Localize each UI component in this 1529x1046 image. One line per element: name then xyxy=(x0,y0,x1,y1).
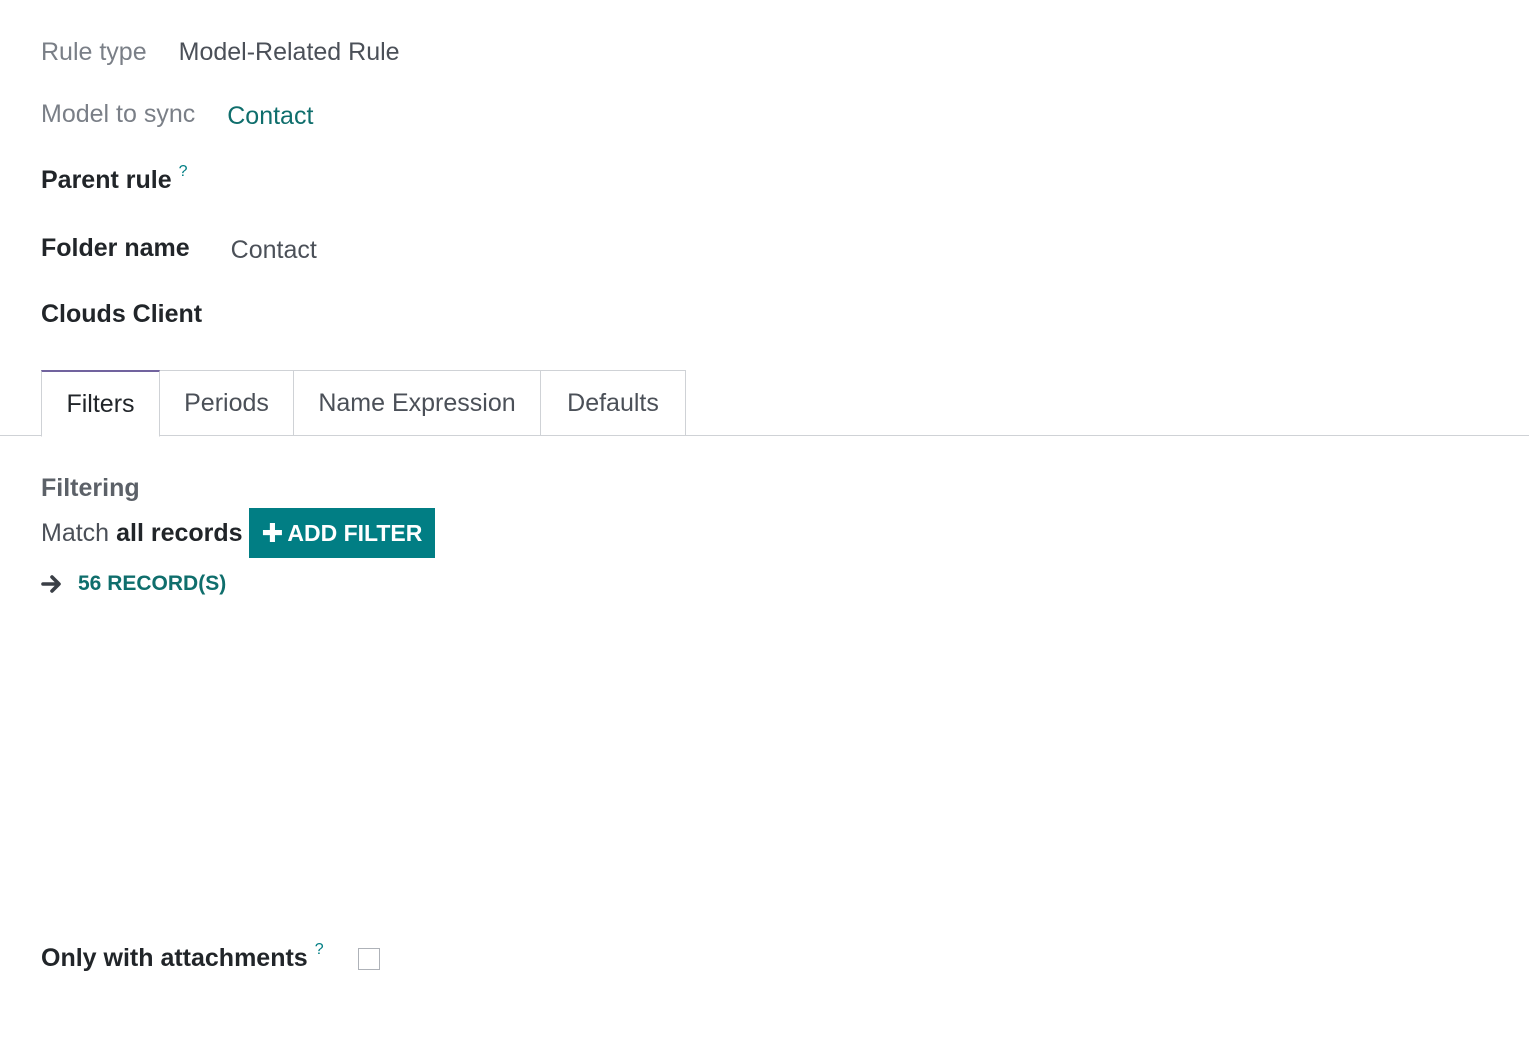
tab-periods[interactable]: Periods xyxy=(160,370,294,436)
tab-filters[interactable]: Filters xyxy=(41,370,160,437)
folder-name-value[interactable]: Contact xyxy=(231,236,317,265)
records-count-row: 56 RECORD(S) xyxy=(41,568,226,600)
rule-type-row: Rule type Model-Related Rule xyxy=(41,38,400,67)
only-with-attachments-checkbox[interactable] xyxy=(357,947,380,970)
add-filter-label: ADD FILTER xyxy=(287,519,423,546)
notebook-tabs: Filters Periods Name Expression Defaults xyxy=(41,370,686,437)
clouds-client-label: Clouds Client xyxy=(41,300,203,328)
parent-rule-label: Parent rule xyxy=(41,166,172,194)
tab-name-expression-label: Name Expression xyxy=(318,388,516,417)
records-count-link[interactable]: 56 RECORD(S) xyxy=(78,572,226,596)
arrow-right-icon xyxy=(41,575,61,593)
parent-rule-help-icon[interactable]: ? xyxy=(179,163,188,181)
only-with-attachments-help-icon[interactable]: ? xyxy=(315,941,324,959)
rule-form: Rule type Model-Related Rule Model to sy… xyxy=(0,0,1529,1046)
domain-summary: Match all records ✚ ADD FILTER xyxy=(41,508,436,558)
only-with-attachments-label: Only with attachments xyxy=(41,944,308,972)
folder-name-label: Folder name xyxy=(41,234,190,262)
folder-name-row: Folder name Contact xyxy=(41,234,317,265)
parent-rule-row: Parent rule ? xyxy=(41,163,188,195)
match-prefix: Match xyxy=(41,518,110,547)
model-to-sync-row: Model to sync Contact xyxy=(41,100,313,131)
model-to-sync-link[interactable]: Contact xyxy=(227,102,313,131)
tab-filters-label: Filters xyxy=(66,389,135,418)
add-filter-button[interactable]: ✚ ADD FILTER xyxy=(248,508,436,558)
rule-type-label: Rule type xyxy=(41,38,147,66)
tab-name-expression[interactable]: Name Expression xyxy=(294,370,541,436)
filtering-title: Filtering xyxy=(41,474,140,502)
match-scope: all records xyxy=(116,518,243,547)
plus-icon: ✚ xyxy=(261,518,284,548)
clouds-client-row: Clouds Client xyxy=(41,300,202,329)
rule-type-value: Model-Related Rule xyxy=(178,38,400,66)
tab-defaults[interactable]: Defaults xyxy=(541,370,686,436)
tab-defaults-label: Defaults xyxy=(567,388,659,417)
model-to-sync-label: Model to sync xyxy=(41,100,196,128)
tab-periods-label: Periods xyxy=(184,388,269,417)
only-with-attachments-row: Only with attachments ? xyxy=(41,941,380,973)
